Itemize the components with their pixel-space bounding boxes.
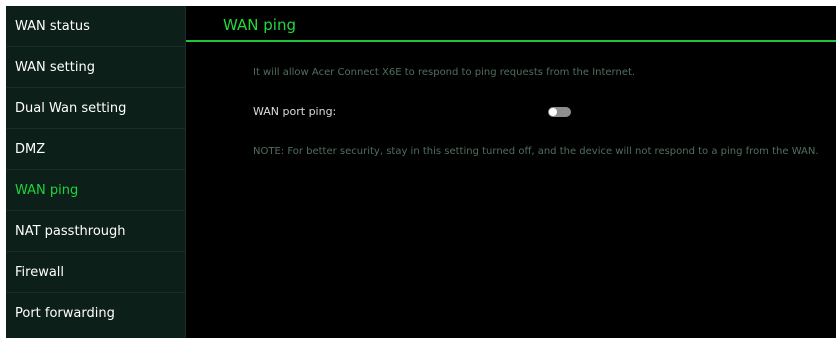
- sidebar-item-firewall[interactable]: Firewall: [6, 252, 185, 293]
- title-divider: [186, 40, 836, 42]
- sidebar-item-wan-status[interactable]: WAN status: [6, 6, 185, 47]
- sidebar-item-label: WAN setting: [15, 59, 95, 75]
- page-title: WAN ping: [223, 16, 296, 34]
- main-panel: WAN ping It will allow Acer Connect X6E …: [186, 6, 836, 338]
- sidebar-item-port-forwarding[interactable]: Port forwarding: [6, 293, 185, 334]
- security-note: NOTE: For better security, stay in this …: [253, 146, 819, 157]
- wan-port-ping-label: WAN port ping:: [253, 105, 337, 118]
- wan-port-ping-toggle[interactable]: [548, 107, 571, 117]
- sidebar-item-label: Port forwarding: [15, 306, 115, 321]
- wan-ping-description: It will allow Acer Connect X6E to respon…: [253, 67, 636, 78]
- sidebar-item-nat-passthrough[interactable]: NAT passthrough: [6, 211, 185, 252]
- sidebar-item-label: Dual Wan setting: [15, 100, 127, 116]
- toggle-knob: [549, 108, 557, 116]
- sidebar-item-label: WAN status: [15, 18, 90, 34]
- sidebar-item-label: WAN ping: [15, 182, 79, 198]
- app-frame: WAN status WAN setting Dual Wan setting …: [6, 6, 836, 338]
- sidebar-item-label: Firewall: [15, 264, 65, 280]
- sidebar-item-wan-setting[interactable]: WAN setting: [6, 47, 185, 88]
- sidebar-item-wan-ping[interactable]: WAN ping: [6, 170, 185, 211]
- sidebar: WAN status WAN setting Dual Wan setting …: [6, 6, 186, 338]
- sidebar-item-dmz[interactable]: DMZ: [6, 129, 185, 170]
- sidebar-item-label: NAT passthrough: [15, 223, 126, 239]
- sidebar-item-dual-wan-setting[interactable]: Dual Wan setting: [6, 88, 185, 129]
- sidebar-item-label: DMZ: [15, 141, 46, 157]
